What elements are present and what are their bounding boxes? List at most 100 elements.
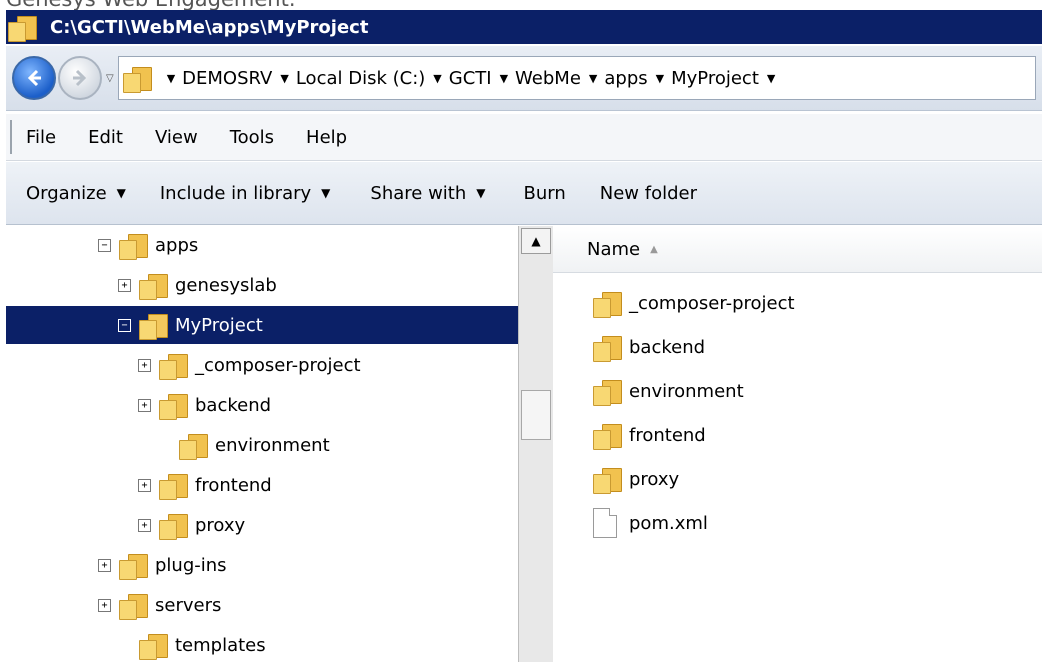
scroll-up-button[interactable]: ▲ — [521, 228, 551, 254]
tree-item-label: _composer-project — [195, 354, 361, 376]
breadcrumb-item[interactable]: ▼ Local Disk (C:) — [272, 68, 425, 89]
menu-file[interactable]: File — [26, 127, 56, 148]
burn-button[interactable]: Burn — [524, 183, 566, 204]
folder-icon — [139, 312, 175, 340]
chevron-down-icon[interactable]: ▼ — [767, 72, 775, 85]
tree-item-label: plug-ins — [155, 554, 227, 576]
forward-button[interactable] — [58, 56, 102, 100]
include-in-library-label: Include in library — [159, 182, 312, 204]
breadcrumb-item[interactable]: ▼ MyProject — [648, 68, 759, 89]
tree-item[interactable]: templates — [118, 626, 266, 662]
file-name: frontend — [629, 424, 706, 446]
scroll-thumb[interactable] — [521, 390, 551, 440]
breadcrumb-item[interactable]: ▼ GCTI — [425, 68, 491, 89]
share-with-label: Share with — [370, 182, 467, 204]
breadcrumb-label: apps — [604, 67, 648, 89]
file-list-item[interactable]: pom.xml — [593, 504, 708, 542]
tree-item-label: frontend — [195, 474, 272, 496]
sort-ascending-icon: ▲ — [650, 243, 658, 255]
chevron-right-icon: ▼ — [588, 71, 598, 85]
file-name: pom.xml — [629, 512, 708, 534]
tree-item[interactable]: + _composer-project — [138, 346, 361, 384]
tree-item-label: servers — [155, 594, 222, 616]
chevron-right-icon: ▼ — [166, 71, 176, 85]
tree-item[interactable]: + genesyslab — [118, 266, 277, 304]
share-with-button[interactable]: Share with ▼ — [370, 183, 485, 204]
collapse-icon[interactable]: − — [118, 318, 131, 332]
menu-edit[interactable]: Edit — [88, 127, 123, 148]
chevron-right-icon: ▼ — [433, 71, 442, 85]
folder-icon — [593, 422, 629, 450]
organize-button[interactable]: Organize ▼ — [26, 183, 126, 204]
breadcrumb-label: GCTI — [448, 67, 492, 89]
file-list-item[interactable]: frontend — [593, 416, 706, 454]
folder-icon — [593, 378, 629, 406]
address-path[interactable]: ▼ DEMOSRV ▼ Local Disk (C:) ▼ GCTI ▼ WebMe ▼ apps… — [117, 56, 1036, 100]
history-dropdown[interactable]: ▽ — [106, 73, 114, 84]
breadcrumb-label: DEMOSRV — [182, 67, 273, 89]
folder-icon — [122, 65, 159, 93]
back-button[interactable] — [12, 56, 56, 100]
arrow-left-icon — [27, 69, 41, 87]
menu-view[interactable]: View — [155, 127, 198, 148]
expand-icon[interactable]: + — [98, 558, 111, 572]
folder-icon — [8, 14, 44, 42]
chevron-right-icon: ▼ — [280, 71, 289, 85]
file-list-item[interactable]: backend — [593, 328, 705, 366]
tree-item-label: MyProject — [175, 314, 263, 336]
menu-tools[interactable]: Tools — [230, 127, 274, 148]
tree-item[interactable]: + plug-ins — [98, 546, 227, 584]
folder-icon — [159, 392, 195, 420]
title-bar: C:\GCTI\WebMe\apps\MyProject — [6, 10, 1042, 44]
expand-icon[interactable]: + — [138, 398, 151, 412]
expand-icon[interactable]: + — [138, 478, 151, 492]
tree-item[interactable]: environment — [158, 426, 330, 464]
breadcrumb-item[interactable]: ▼ apps — [581, 68, 648, 89]
folder-icon — [159, 512, 195, 540]
new-folder-button[interactable]: New folder — [600, 183, 697, 204]
breadcrumb-label: Local Disk (C:) — [295, 67, 426, 89]
breadcrumb-label: MyProject — [671, 67, 759, 89]
menu-help[interactable]: Help — [306, 127, 347, 148]
tree-item-label: genesyslab — [175, 274, 277, 296]
folder-icon — [139, 632, 175, 660]
tree-item[interactable]: + servers — [98, 586, 221, 624]
content-pane: Name ▲ _composer-projectbackend environme… — [553, 226, 1042, 662]
breadcrumb-item[interactable]: ▼ WebMe — [492, 68, 581, 89]
expand-icon[interactable]: + — [118, 278, 131, 292]
nav-scrollbar[interactable]: ▲ — [518, 226, 553, 662]
breadcrumb-label: WebMe — [515, 67, 581, 89]
column-header-label: Name — [587, 238, 641, 260]
navigation-pane: − apps + genesyslab − MyProject + _composer-pro… — [6, 226, 518, 662]
tree-item[interactable]: + backend — [138, 386, 271, 424]
expand-icon[interactable]: + — [98, 598, 111, 612]
file-list-item[interactable]: environment — [593, 372, 744, 410]
expand-icon[interactable]: + — [138, 358, 151, 372]
tree-item[interactable]: + frontend — [138, 466, 272, 504]
folder-icon — [119, 592, 155, 620]
arrow-right-icon — [73, 69, 87, 87]
expand-icon[interactable]: + — [138, 518, 151, 532]
file-name: backend — [629, 336, 706, 358]
chevron-right-icon: ▼ — [499, 71, 509, 85]
menu-separator — [10, 120, 12, 154]
folder-icon — [593, 290, 629, 318]
breadcrumb-item[interactable]: ▼ DEMOSRV — [159, 68, 273, 89]
file-name: proxy — [629, 468, 680, 490]
include-in-library-button[interactable]: Include in library ▼ — [160, 183, 331, 204]
file-name: _composer-project — [629, 292, 795, 314]
command-bar: Organize ▼ Include in library ▼ Share with… — [6, 162, 1042, 225]
tree-item[interactable]: − apps — [98, 226, 198, 264]
caret-down-icon: ▼ — [116, 186, 126, 200]
file-name: environment — [629, 380, 744, 402]
tree-item[interactable]: + proxy — [138, 506, 245, 544]
file-list-item[interactable]: proxy — [593, 460, 679, 498]
tree-item[interactable]: − MyProject — [6, 306, 518, 344]
organize-label: Organize — [26, 182, 107, 204]
folder-icon — [593, 466, 629, 494]
file-list-item[interactable]: _composer-project — [593, 284, 795, 322]
caret-down-icon: ▼ — [476, 186, 486, 200]
folder-icon — [159, 472, 195, 500]
collapse-icon[interactable]: − — [98, 238, 111, 252]
column-header-name[interactable]: Name ▲ — [553, 226, 1042, 273]
